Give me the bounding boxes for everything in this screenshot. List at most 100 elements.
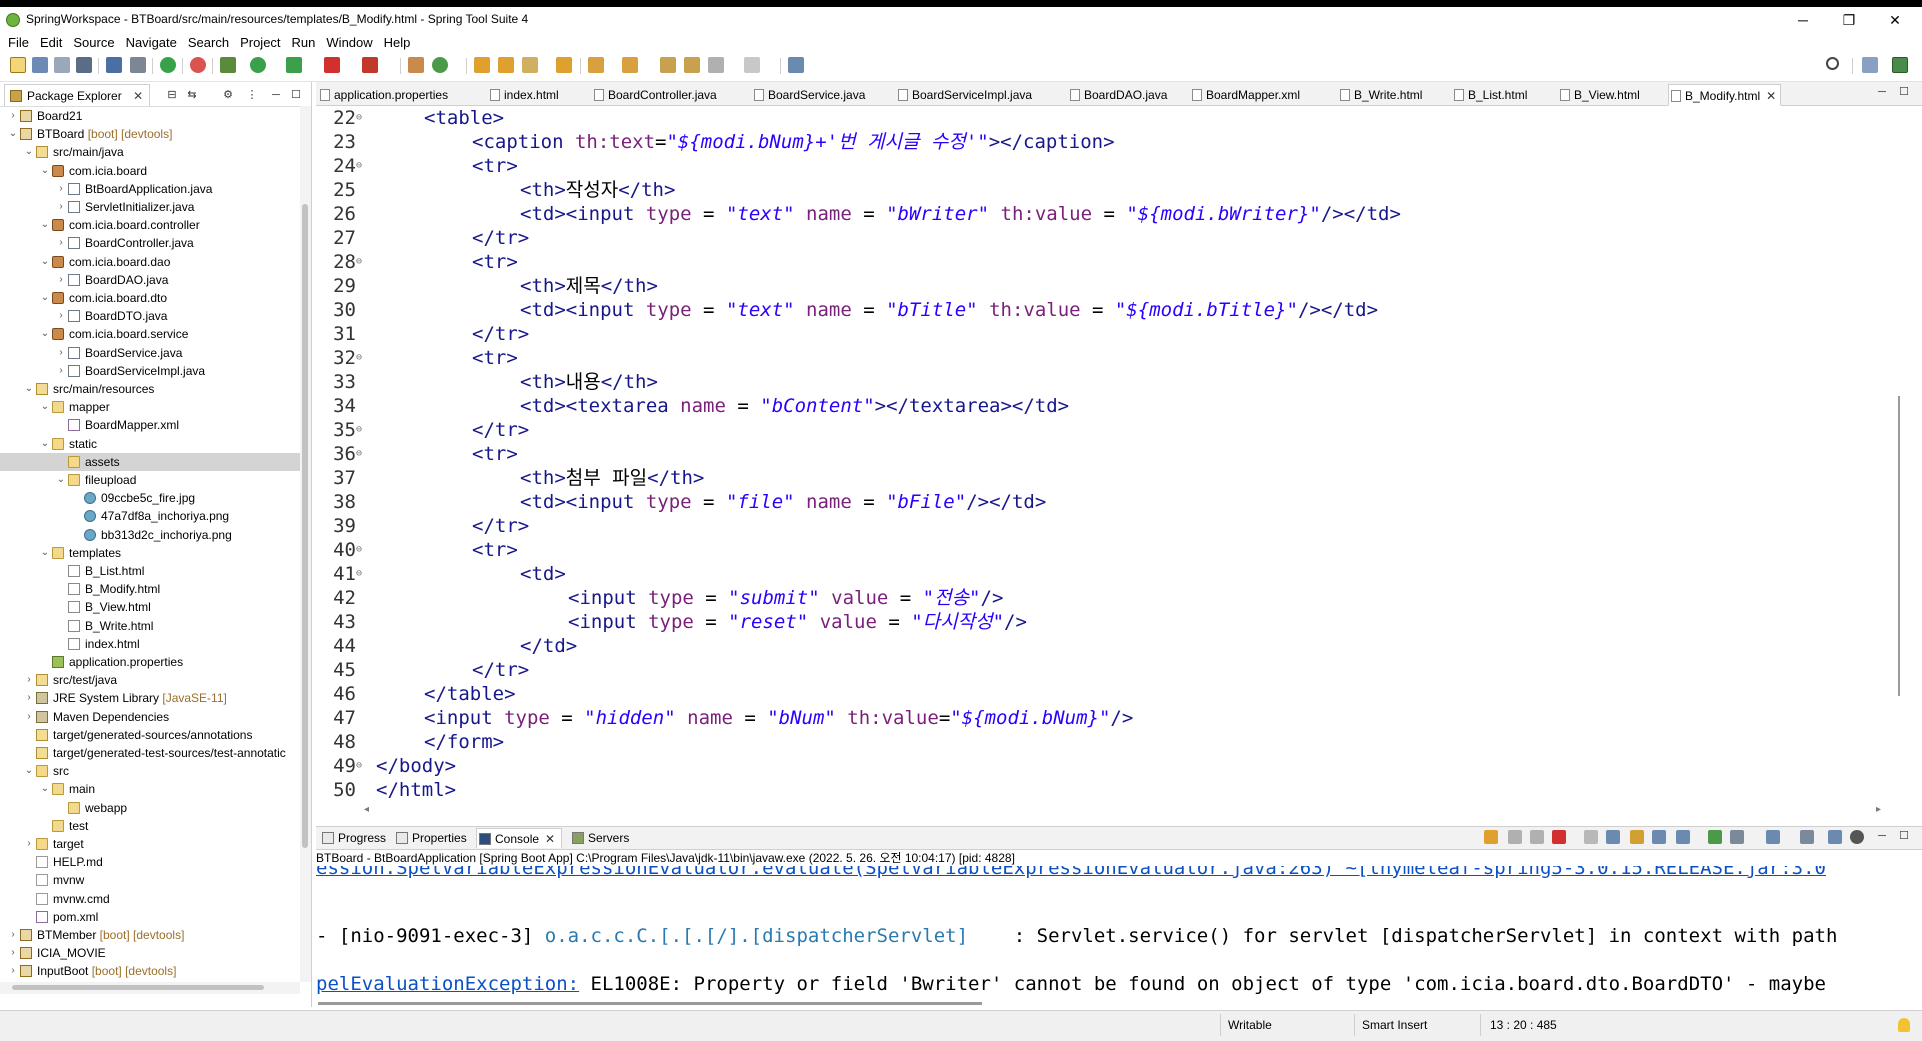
maximize-editor-icon[interactable]: ☐ [1898, 86, 1910, 98]
pin-console-icon[interactable] [1708, 830, 1722, 844]
tree-item[interactable]: ⌄ templates [0, 544, 300, 562]
tree-item[interactable]: ⌄ static [0, 435, 300, 453]
chevron-down-icon[interactable]: ⌄ [24, 380, 34, 398]
debug-icon[interactable] [220, 57, 236, 73]
tree-item[interactable]: › Board21 [0, 107, 300, 125]
search-icon[interactable] [1826, 57, 1839, 70]
chevron-right-icon[interactable]: › [24, 689, 34, 707]
tree-item[interactable]: target/generated-sources/annotations [0, 726, 300, 744]
fold-toggle-icon[interactable]: ⊖ [356, 442, 366, 466]
lightbulb-icon[interactable] [1898, 1018, 1910, 1032]
tree-item[interactable]: webapp [0, 799, 300, 817]
minimize-button[interactable]: ─ [1780, 9, 1826, 31]
skip-breakpoints-icon[interactable] [130, 57, 146, 73]
tab-editor-file[interactable]: BoardMapper.xml [1190, 84, 1300, 106]
maximize-view-icon[interactable]: ☐ [290, 89, 302, 101]
fold-toggle-icon[interactable]: ⊖ [356, 418, 366, 442]
tree-item[interactable]: B_List.html [0, 562, 300, 580]
menu-source[interactable]: Source [69, 35, 121, 50]
chevron-down-icon[interactable]: ⌄ [56, 471, 66, 489]
restart-icon[interactable] [1484, 830, 1498, 844]
chevron-down-icon[interactable]: ⌄ [40, 780, 50, 798]
chevron-down-icon[interactable]: ⌄ [24, 143, 34, 161]
tab-editor-file[interactable]: B_Write.html [1338, 84, 1422, 106]
open-console-icon[interactable] [1766, 830, 1780, 844]
chevron-right-icon[interactable]: › [24, 708, 34, 726]
chevron-down-icon[interactable]: ⌄ [40, 253, 50, 271]
chevron-right-icon[interactable]: › [8, 107, 18, 125]
tree-scroll-thumb[interactable] [302, 204, 308, 848]
forward-icon[interactable] [744, 57, 760, 73]
fold-toggle-icon[interactable]: ⊖ [356, 538, 366, 562]
display-selected-console-icon[interactable] [1730, 830, 1744, 844]
tab-progress[interactable]: Progress [320, 828, 386, 848]
chevron-right-icon[interactable]: › [56, 307, 66, 325]
tab-servers[interactable]: Servers [570, 828, 629, 848]
tree-item[interactable]: › BTMember [boot] [devtools] [0, 926, 300, 944]
minimize-editor-icon[interactable]: ─ [1876, 86, 1888, 98]
show-console-stderr-icon[interactable] [1676, 830, 1690, 844]
tree-item[interactable]: 09ccbe5c_fire.jpg [0, 489, 300, 507]
chevron-right-icon[interactable]: › [8, 962, 18, 980]
back-icon[interactable] [708, 57, 724, 73]
chevron-down-icon[interactable]: ⌄ [40, 398, 50, 416]
tree-item[interactable]: BoardMapper.xml [0, 416, 300, 434]
relaunch-icon[interactable] [190, 57, 206, 73]
tree-item[interactable]: application.properties [0, 653, 300, 671]
chevron-down-icon[interactable]: ⌄ [40, 544, 50, 562]
fold-toggle-icon[interactable]: ⊖ [356, 754, 366, 778]
chevron-right-icon[interactable]: › [56, 234, 66, 252]
tree-item[interactable]: ⌄ mapper [0, 398, 300, 416]
boot-dashboard-icon[interactable] [160, 57, 176, 73]
code-editor[interactable]: 22 ⊖ <table> 23 <caption th:text="${modi.bNu… [316, 106, 1906, 806]
tree-item[interactable]: ⌄ src/main/java [0, 143, 300, 161]
tree-item[interactable]: B_View.html [0, 598, 300, 616]
chevron-down-icon[interactable]: ⌄ [8, 125, 18, 143]
menu-project[interactable]: Project [236, 35, 287, 50]
tree-item[interactable]: bb313d2c_inchoriya.png [0, 526, 300, 544]
tab-editor-file[interactable]: BoardController.java [592, 84, 717, 106]
tree-item[interactable]: index.html [0, 635, 300, 653]
stop-icon[interactable] [324, 57, 340, 73]
open-perspective-icon[interactable] [788, 57, 804, 73]
tab-console[interactable]: Console ✕ [476, 828, 563, 848]
chevron-down-icon[interactable]: ⌄ [40, 289, 50, 307]
tab-properties[interactable]: Properties [394, 828, 467, 848]
open-type-icon[interactable] [474, 57, 490, 73]
console-settings-icon[interactable] [1828, 830, 1842, 844]
new-console-icon[interactable] [1800, 830, 1814, 844]
tree-horizontal-thumb[interactable] [12, 985, 264, 990]
tab-editor-file[interactable]: BoardDAO.java [1068, 84, 1167, 106]
new-package-icon[interactable] [408, 57, 424, 73]
chevron-right-icon[interactable]: › [56, 344, 66, 362]
console-stack-link[interactable]: ession.SpelVariableExpressionEvaluator.e… [316, 866, 1826, 879]
open-folder-icon[interactable] [556, 57, 572, 73]
filter-icon[interactable]: ⚙ [222, 89, 234, 101]
tree-item[interactable]: › BtBoardApplication.java [0, 180, 300, 198]
chevron-down-icon[interactable]: ⌄ [24, 762, 34, 780]
next-annotation-icon[interactable] [588, 57, 604, 73]
tab-editor-file[interactable]: B_Modify.html ✕ [1668, 84, 1782, 106]
menu-search[interactable]: Search [184, 35, 236, 50]
word-wrap-icon[interactable] [1630, 830, 1644, 844]
fold-toggle-icon[interactable]: ⊖ [356, 106, 366, 130]
tree-item[interactable]: target/generated-test-sources/test-annot… [0, 744, 300, 762]
chevron-down-icon[interactable]: ⌄ [40, 216, 50, 234]
tree-item[interactable]: ⌄ BTBoard [boot] [devtools] [0, 125, 300, 143]
tree-item[interactable]: › ICIA_MOVIE [0, 944, 300, 962]
tree-item[interactable]: › target [0, 835, 300, 853]
minimize-view-icon[interactable]: ─ [270, 89, 282, 101]
tree-item[interactable]: ⌄ fileupload [0, 471, 300, 489]
menu-edit[interactable]: Edit [36, 35, 69, 50]
maximize-console-icon[interactable]: ☐ [1898, 830, 1910, 842]
coverage-icon[interactable] [286, 57, 302, 73]
link-with-editor-icon[interactable]: ⇆ [186, 89, 198, 101]
tree-item[interactable]: ⌄ com.icia.board.controller [0, 216, 300, 234]
tree-item[interactable]: ⌄ src/main/resources [0, 380, 300, 398]
scroll-left-icon[interactable]: ◂ [364, 804, 369, 815]
chevron-right-icon[interactable]: › [56, 180, 66, 198]
editor-horizontal-scrollbar[interactable]: ◂ ▸ [316, 804, 1906, 818]
tree-item[interactable]: ⌄ main [0, 780, 300, 798]
spring-perspective-icon[interactable] [1892, 57, 1908, 73]
tree-item[interactable]: pom.xml [0, 908, 300, 926]
